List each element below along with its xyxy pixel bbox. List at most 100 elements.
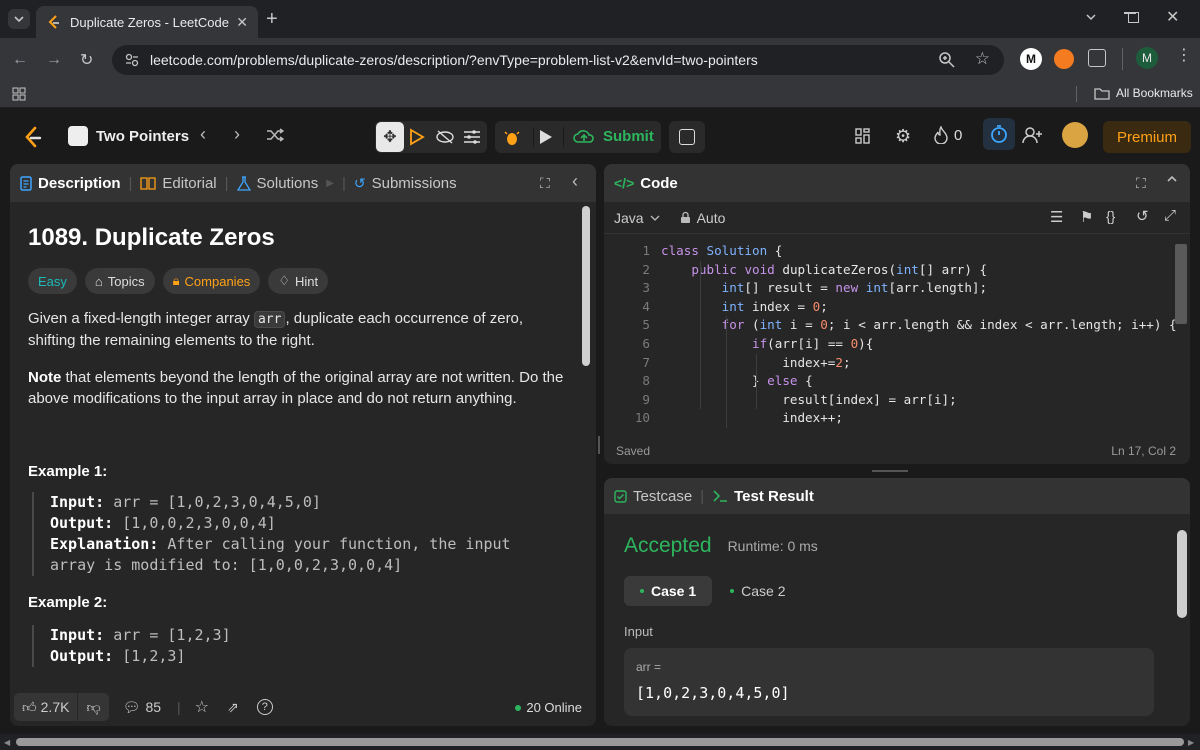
settings-sliders-icon[interactable] <box>463 129 481 145</box>
line-number: 6 <box>642 335 650 351</box>
user-avatar[interactable] <box>1062 122 1088 148</box>
like-button[interactable]: 👍︎ 2.7K <box>14 693 78 721</box>
companies-tag[interactable]: 🔒︎ Companies <box>162 268 261 294</box>
maximize-icon[interactable]: ⛶ <box>540 175 550 192</box>
case-1-tab[interactable]: Case 1 <box>624 576 713 606</box>
tag-row: Easy ⌂ Topics 🔒︎ Companies ♢ Hint <box>28 268 578 294</box>
verdict-row: Accepted Runtime: 0 ms <box>624 534 818 558</box>
indent-guide <box>756 353 757 410</box>
debug-bug-icon[interactable] <box>503 128 521 146</box>
tab-description[interactable]: Description <box>20 175 121 192</box>
expand-icon[interactable]: ⤢ <box>1164 207 1176 224</box>
auto-mode-toggle[interactable]: Auto <box>680 210 725 226</box>
var-name: arr = <box>636 660 662 674</box>
lock-icon <box>680 211 691 224</box>
favorite-star-icon[interactable]: ☆ <box>195 697 209 717</box>
horizontal-scrollbar-thumb[interactable] <box>16 738 1184 746</box>
online-count: 20 Online <box>526 700 582 715</box>
collapse-left-icon[interactable]: ‹ <box>572 171 578 192</box>
next-problem-icon[interactable]: › <box>234 124 240 145</box>
reload-icon[interactable]: ↻ <box>80 50 93 70</box>
close-tab-icon[interactable]: ✕ <box>236 14 248 31</box>
collapse-up-icon[interactable] <box>1166 173 1178 185</box>
settings-gear-icon[interactable]: ⚙ <box>895 126 911 147</box>
topics-tag[interactable]: ⌂ Topics <box>84 268 155 294</box>
submit-button[interactable]: Submit <box>573 127 654 145</box>
description-scrollbar[interactable] <box>582 206 590 366</box>
extension-orange-icon[interactable] <box>1054 49 1074 69</box>
address-bar[interactable]: leetcode.com/problems/duplicate-zeros/de… <box>112 45 1004 75</box>
chevron-down-icon <box>650 214 660 222</box>
shuffle-icon[interactable] <box>266 128 284 142</box>
tab-test-result[interactable]: Test Result <box>712 488 814 505</box>
tab-solutions[interactable]: Solutions ▶ <box>236 175 334 192</box>
code-header: </> Code ⛶ <box>604 164 1190 202</box>
forward-icon[interactable]: → <box>46 51 62 69</box>
folder-icon <box>1094 87 1110 100</box>
bookmarks-divider <box>1076 86 1077 102</box>
tab-editorial[interactable]: Editorial <box>140 175 217 192</box>
language-select[interactable]: Java <box>614 210 660 226</box>
extensions-puzzle-icon[interactable] <box>1088 49 1106 67</box>
bookmark-star-icon[interactable]: ☆ <box>975 49 990 69</box>
site-info-icon[interactable] <box>124 52 140 68</box>
comments-button[interactable]: 💬︎ 85 <box>123 699 161 716</box>
reset-icon[interactable]: ↺ <box>1136 207 1149 225</box>
notes-button[interactable] <box>669 121 705 153</box>
back-icon[interactable]: ← <box>12 51 28 69</box>
layout-grid-icon[interactable] <box>855 128 871 144</box>
format-icon[interactable]: ☰ <box>1050 208 1063 226</box>
braces-icon[interactable]: {} <box>1106 208 1115 224</box>
line-number: 3 <box>642 280 650 296</box>
apps-grid-icon[interactable] <box>12 87 26 101</box>
comment-count: 85 <box>145 699 162 715</box>
case-2-tab[interactable]: Case 2 <box>716 576 799 606</box>
scroll-left-icon[interactable]: ◀ <box>4 738 10 747</box>
code-editor[interactable]: 1 2 3 4 5 6 7 8 9 10 class Solution { public void… <box>604 240 1190 430</box>
code-line: result[index] = arr[i]; <box>661 391 957 407</box>
add-collaborator-icon[interactable] <box>1022 126 1044 144</box>
example-input: arr = [1,2,3] <box>104 626 231 644</box>
leetcode-logo[interactable] <box>22 126 44 148</box>
problem-title[interactable]: 1089. Duplicate Zeros <box>28 224 578 252</box>
description-content: 1089. Duplicate Zeros Easy ⌂ Topics 🔒︎ Com… <box>10 224 596 667</box>
streak-counter[interactable]: 0 <box>934 126 962 144</box>
eye-slash-icon[interactable] <box>435 129 455 145</box>
bookmark-icon[interactable]: ⚑ <box>1080 208 1093 226</box>
share-icon[interactable]: ⇗ <box>227 699 239 716</box>
line-number: 2 <box>642 261 650 277</box>
restore-icon[interactable] <box>1128 12 1139 23</box>
result-scrollbar[interactable] <box>1177 530 1187 618</box>
tab-testcase[interactable]: Testcase <box>614 488 692 505</box>
drag-move-icon[interactable]: ✥ <box>376 122 404 152</box>
url-text: leetcode.com/problems/duplicate-zeros/de… <box>150 52 758 68</box>
problem-list-button[interactable]: Two Pointers <box>68 126 189 146</box>
chrome-menu-icon[interactable]: ⋮ <box>1176 48 1192 64</box>
browser-tab-active[interactable]: Duplicate Zeros - LeetCode ✕ <box>36 6 258 38</box>
editor-scrollbar[interactable] <box>1175 244 1187 324</box>
close-window-icon[interactable]: ✕ <box>1166 7 1179 27</box>
help-icon[interactable]: ? <box>256 699 273 715</box>
all-bookmarks-label: All Bookmarks <box>1116 86 1193 100</box>
timer-button[interactable] <box>983 118 1015 150</box>
run-button[interactable] <box>539 129 553 145</box>
hint-tag[interactable]: ♢ Hint <box>268 268 329 294</box>
dislike-button[interactable]: 👎︎ <box>78 693 109 721</box>
horizontal-resize-handle[interactable] <box>872 470 908 472</box>
code-line: public void duplicateZeros(int[] arr) { <box>691 261 988 277</box>
zoom-icon[interactable] <box>938 51 956 69</box>
chevron-down-icon[interactable] <box>1084 10 1098 24</box>
tab-search-icon[interactable] <box>8 9 30 29</box>
all-bookmarks-button[interactable]: All Bookmarks <box>1094 86 1193 100</box>
vertical-resize-handle[interactable] <box>598 436 600 454</box>
premium-button[interactable]: Premium <box>1103 121 1191 153</box>
scroll-right-icon[interactable]: ▶ <box>1188 738 1194 747</box>
run-outline-icon[interactable] <box>409 128 425 146</box>
maximize-icon[interactable]: ⛶ <box>1136 175 1146 192</box>
medium-extension-icon[interactable]: M <box>1020 48 1042 70</box>
case-selector: Case 1 Case 2 <box>624 576 800 606</box>
new-tab-icon[interactable]: + <box>266 8 278 31</box>
tab-submissions[interactable]: ↺ Submissions <box>354 175 457 192</box>
profile-avatar[interactable]: M <box>1136 47 1158 69</box>
prev-problem-icon[interactable]: ‹ <box>200 124 206 145</box>
